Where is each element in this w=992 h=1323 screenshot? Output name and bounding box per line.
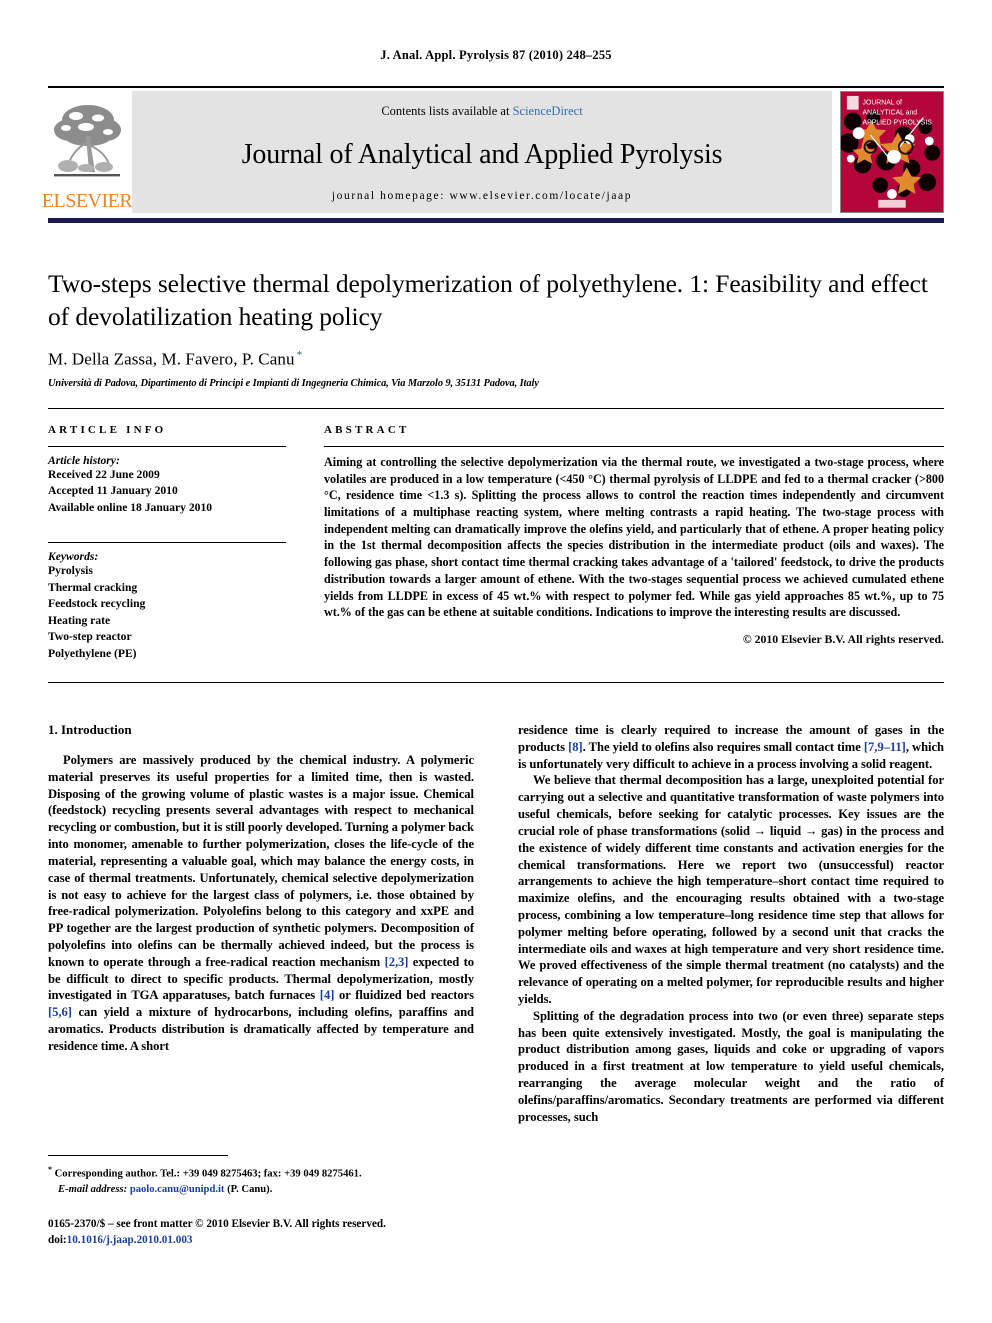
elsevier-logo: ELSEVIER (42, 91, 133, 213)
sciencedirect-link[interactable]: ScienceDirect (513, 104, 583, 118)
footnote-rule (48, 1155, 228, 1156)
column-gap (286, 424, 324, 662)
page-title: Two-steps selective thermal depolymeriza… (48, 269, 928, 331)
article-info-divider (48, 446, 286, 447)
keywords-label: Keywords: (48, 550, 99, 564)
article-history-item: Received 22 June 2009 (48, 468, 160, 481)
abstract-column: ABSTRACT Aiming at controlling the selec… (324, 424, 944, 662)
info-abstract-region: ARTICLE INFO Article history: Received 2… (48, 424, 944, 662)
email-suffix: (P. Canu). (227, 1183, 273, 1195)
doi-line: doi:10.1016/j.jaap.2010.01.003 (48, 1232, 548, 1248)
body-paragraph: residence time is clearly required to in… (518, 723, 944, 771)
email-label: E-mail address: (58, 1183, 128, 1195)
body-column-left: 1. Introduction Polymers are massively p… (48, 722, 474, 1126)
article-history-item: Accepted 11 January 2010 (48, 484, 178, 498)
corresponding-author-text: Corresponding author. Tel.: +39 049 8275… (54, 1168, 362, 1180)
keywords-block: Keywords: Pyrolysis Thermal cracking Fee… (48, 542, 286, 662)
abstract-copyright: © 2010 Elsevier B.V. All rights reserved… (742, 631, 944, 646)
email-note: E-mail address: paolo.canu@unipd.it (P. … (48, 1182, 474, 1197)
citation-ref[interactable]: [4] (320, 988, 335, 1002)
abstract-divider (324, 446, 944, 447)
keyword-item: Feedstock recycling (48, 597, 146, 611)
footnote-star-icon: * (48, 1165, 52, 1174)
journal-cover-art: JOURNAL of ANALYTICAL and APPLIED PYROLY… (841, 92, 943, 212)
imprint-block: 0165-2370/$ – see front matter © 2010 El… (48, 1216, 548, 1248)
keyword-item: Two-step reactor (48, 630, 132, 644)
cover-title-line2: ANALYTICAL and (863, 110, 918, 117)
body-paragraph: We believe that thermal decomposition ha… (518, 773, 944, 1006)
corresponding-author-note: * Corresponding author. Tel.: +39 049 82… (48, 1164, 474, 1182)
affiliation: Università di Padova, Dipartimento di Pr… (48, 377, 539, 389)
keyword-item: Pyrolysis (48, 564, 93, 578)
info-bottom-rule (48, 682, 944, 683)
corresponding-author-marker: * (296, 349, 303, 362)
abstract-text: Aiming at controlling the selective depo… (324, 455, 944, 620)
citation-ref[interactable]: [8] (568, 740, 583, 754)
journal-title: Journal of Analytical and Applied Pyroly… (241, 138, 723, 170)
journal-homepage-link[interactable]: journal homepage: www.elsevier.com/locat… (332, 190, 632, 202)
contents-available-line: Contents lists available at ScienceDirec… (381, 104, 582, 119)
elsevier-wordmark: ELSEVIER (41, 190, 133, 212)
author-names: M. Della Zassa, M. Favero, P. Canu (48, 349, 295, 369)
running-head: J. Anal. Appl. Pyrolysis 87 (2010) 248–2… (380, 48, 612, 62)
journal-info-band: Contents lists available at ScienceDirec… (132, 91, 832, 213)
citation-ref[interactable]: [7,9–11] (864, 740, 906, 754)
keywords-divider (48, 542, 286, 544)
citation-ref[interactable]: [5,6] (48, 1005, 72, 1019)
paper-page: J. Anal. Appl. Pyrolysis 87 (2010) 248–2… (0, 0, 992, 1323)
keyword-item: Heating rate (48, 613, 111, 627)
body-column-right: residence time is clearly required to in… (518, 722, 944, 1126)
issn-copyright-line: 0165-2370/$ – see front matter © 2010 El… (48, 1218, 386, 1230)
article-info-column: ARTICLE INFO Article history: Received 2… (48, 424, 286, 662)
info-top-rule (48, 408, 944, 409)
author-list: M. Della Zassa, M. Favero, P. Canu * (48, 349, 944, 370)
elsevier-tree-icon (51, 95, 123, 189)
contents-prefix-text: Contents lists available at (381, 104, 513, 118)
body-paragraph: Polymers are massively produced by the c… (48, 753, 474, 1053)
cover-title-line3: APPLIED PYROLYSIS (863, 119, 933, 126)
doi-link[interactable]: 10.1016/j.jaap.2010.01.003 (67, 1234, 193, 1246)
keyword-item: Polyethylene (PE) (48, 646, 137, 660)
title-block: Two-steps selective thermal depolymeriza… (48, 268, 944, 389)
footnote-block: * Corresponding author. Tel.: +39 049 82… (48, 1164, 474, 1197)
masthead-bottom-rule (48, 218, 944, 223)
body-columns: 1. Introduction Polymers are massively p… (48, 722, 944, 1126)
abstract-label: ABSTRACT (324, 424, 410, 436)
article-history-label: Article history: (48, 454, 120, 467)
article-info-label: ARTICLE INFO (48, 424, 167, 436)
journal-masthead: ELSEVIER Contents lists available at Sci… (42, 86, 944, 223)
citation-ref[interactable]: [2,3] (385, 955, 409, 969)
doi-prefix: doi: (48, 1234, 67, 1247)
section-title-introduction: 1. Introduction (48, 722, 132, 737)
email-link[interactable]: paolo.canu@unipd.it (130, 1184, 225, 1195)
keyword-item: Thermal cracking (48, 580, 138, 594)
body-paragraph: Splitting of the degradation process int… (518, 1008, 944, 1124)
cover-title-line1: JOURNAL of (863, 100, 902, 107)
journal-cover-thumbnail: JOURNAL of ANALYTICAL and APPLIED PYROLY… (840, 91, 944, 213)
masthead-top-rule (48, 86, 944, 88)
article-history-item: Available online 18 January 2010 (48, 500, 213, 514)
